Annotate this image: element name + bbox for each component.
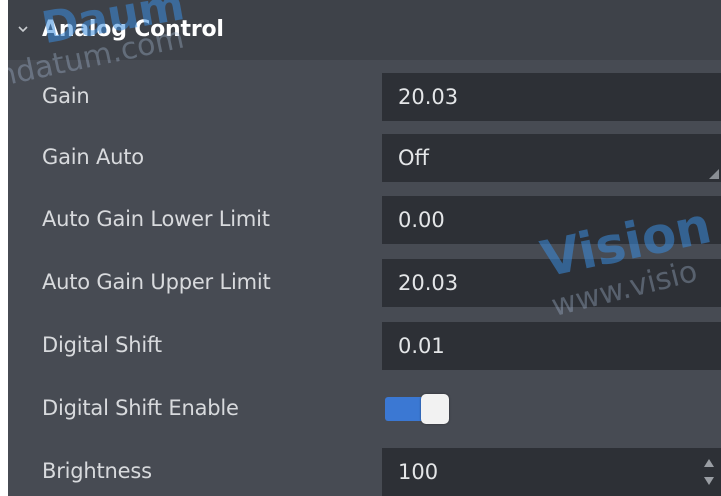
property-label: Brightness (42, 459, 152, 483)
property-row-auto-gain-upper-limit: Auto Gain Upper Limit 20.03 (8, 255, 721, 309)
section-title: Analog Control (42, 17, 224, 42)
property-label: Auto Gain Upper Limit (42, 270, 271, 294)
field-value: 100 (398, 460, 439, 484)
gain-input[interactable]: 20.03 (382, 73, 721, 121)
property-row-brightness: Brightness 100 (8, 444, 721, 496)
property-label: Digital Shift Enable (42, 396, 239, 420)
spinner-up-icon (704, 459, 714, 467)
brightness-spinbox[interactable]: 100 (382, 448, 721, 496)
property-row-gain-auto: Gain Auto Off (8, 130, 721, 184)
digital-shift-input[interactable]: 0.01 (382, 322, 721, 370)
property-label: Digital Shift (42, 333, 162, 357)
section-header-analog-control[interactable]: Analog Control (8, 0, 721, 60)
property-panel: Analog Control Gain 20.03 Gain Auto Off … (8, 0, 721, 496)
property-row-digital-shift-enable: Digital Shift Enable (8, 381, 721, 435)
property-row-digital-shift: Digital Shift 0.01 (8, 318, 721, 372)
field-value: 20.03 (398, 85, 459, 109)
field-value: 0.01 (398, 334, 445, 358)
field-value: 0.00 (398, 208, 445, 232)
digital-shift-enable-toggle[interactable] (385, 394, 449, 424)
toggle-knob[interactable] (421, 394, 449, 424)
property-row-auto-gain-lower-limit: Auto Gain Lower Limit 0.00 (8, 192, 721, 246)
dropdown-corner-icon (709, 169, 719, 179)
field-value: Off (398, 146, 429, 170)
gain-auto-dropdown[interactable]: Off (382, 134, 721, 182)
property-label: Auto Gain Lower Limit (42, 207, 270, 231)
spinner-down-icon (704, 477, 714, 485)
spinner-arrows-icon[interactable] (703, 457, 715, 487)
property-label: Gain Auto (42, 145, 144, 169)
property-row-gain: Gain 20.03 (8, 69, 721, 123)
auto-gain-upper-limit-input[interactable]: 20.03 (382, 259, 721, 307)
field-value: 20.03 (398, 271, 459, 295)
property-label: Gain (42, 84, 90, 108)
chevron-down-icon[interactable] (16, 22, 30, 36)
auto-gain-lower-limit-input[interactable]: 0.00 (382, 196, 721, 244)
